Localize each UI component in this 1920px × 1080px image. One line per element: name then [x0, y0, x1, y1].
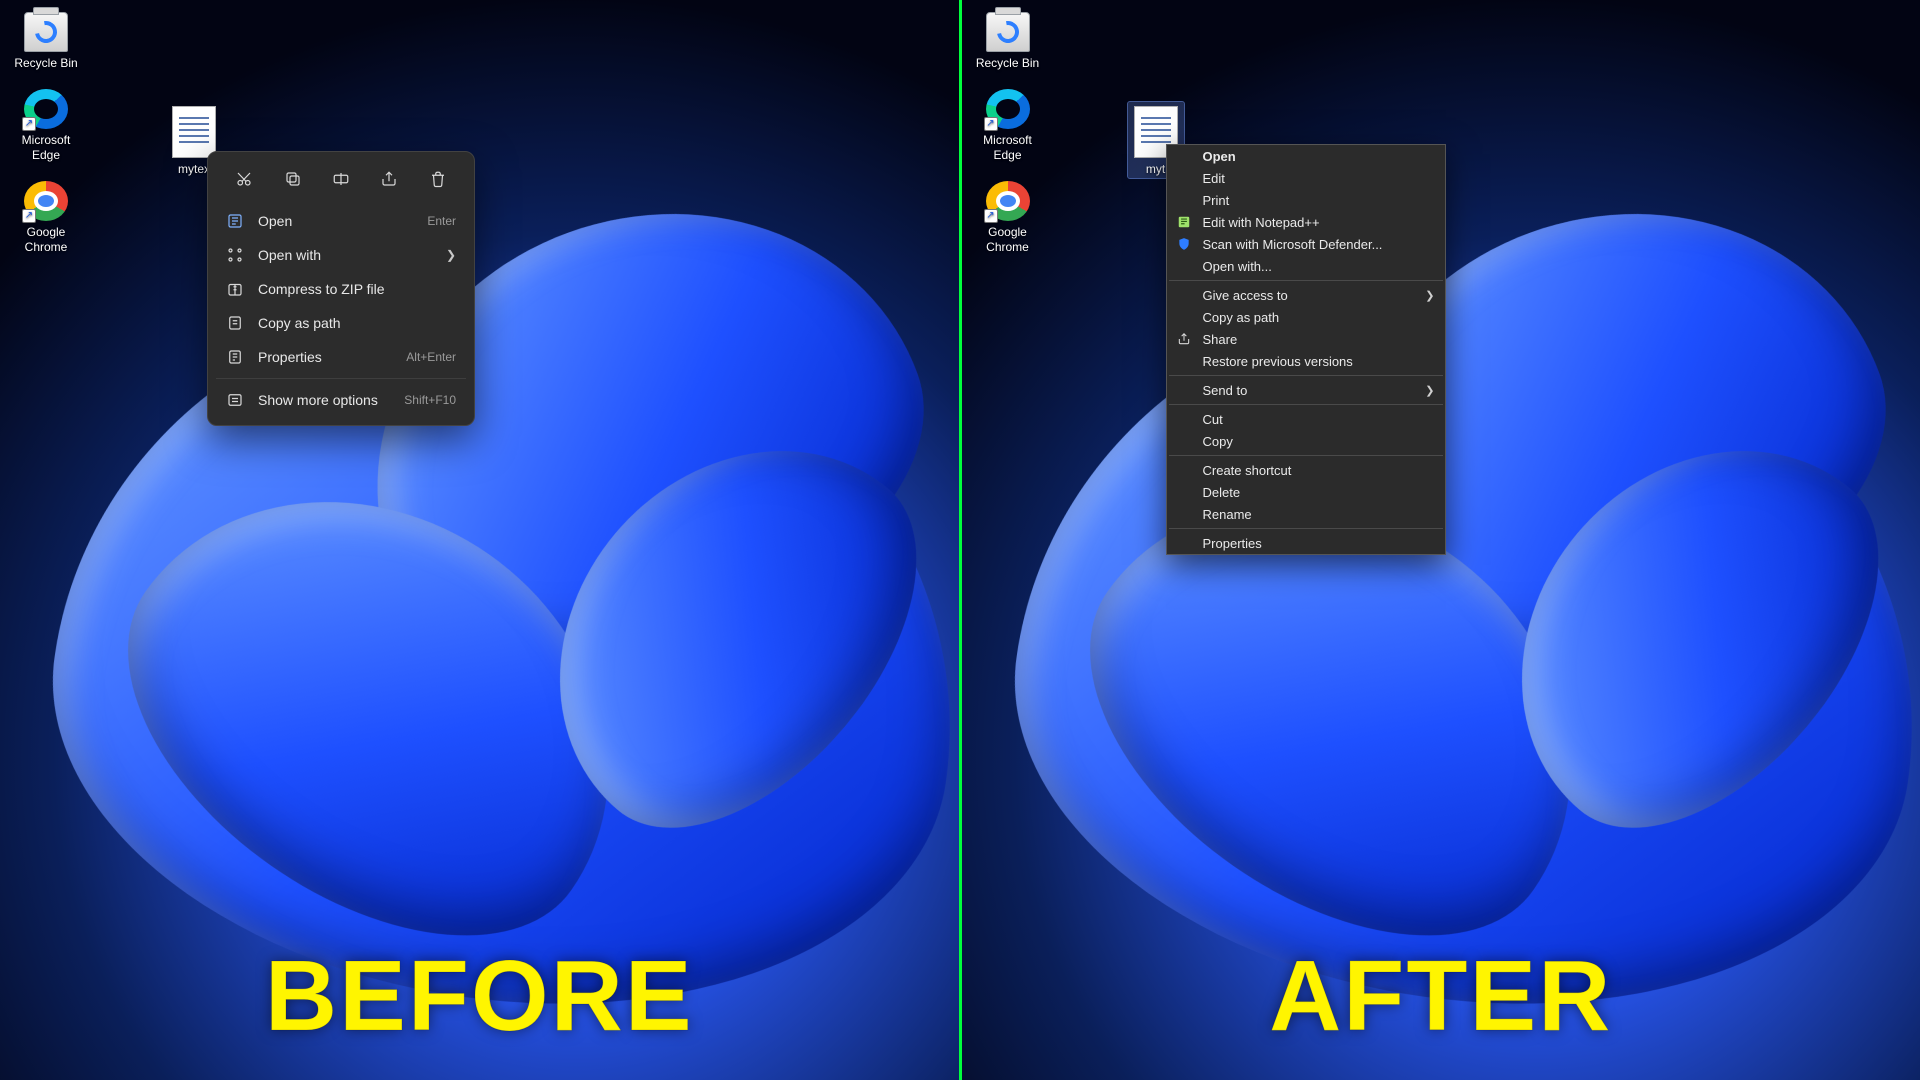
desktop-icon-label: Google Chrome — [970, 225, 1046, 255]
open-with-icon — [226, 246, 244, 264]
desktop-icon-recycle-bin[interactable]: Recycle Bin — [8, 8, 84, 73]
notepadpp-icon — [1175, 214, 1193, 230]
menu-item-delete[interactable]: Delete — [1167, 481, 1445, 503]
share-icon — [1175, 331, 1193, 347]
recycle-bin-icon — [986, 12, 1030, 52]
chevron-right-icon: ❯ — [446, 248, 456, 262]
menu-item-show-more-options[interactable]: Show more options Shift+F10 — [214, 383, 468, 417]
desktop-icon-label: Microsoft Edge — [970, 133, 1046, 163]
copy-path-icon — [226, 314, 244, 332]
zip-icon — [226, 280, 244, 298]
desktop-icon-label: Recycle Bin — [970, 56, 1046, 71]
shortcut-overlay-icon: ↗ — [22, 209, 36, 223]
recycle-bin-icon — [24, 12, 68, 52]
defender-shield-icon — [1175, 236, 1193, 252]
before-caption: BEFORE — [265, 939, 694, 1054]
desktop-icon-recycle-bin[interactable]: Recycle Bin — [970, 8, 1046, 73]
menu-item-properties[interactable]: Properties — [1167, 532, 1445, 554]
show-more-icon — [226, 391, 244, 409]
chevron-right-icon: ❯ — [1425, 384, 1434, 397]
menu-item-give-access-to[interactable]: Give access to❯ — [1167, 284, 1445, 306]
menu-item-edit-with-notepadpp[interactable]: Edit with Notepad++ — [1167, 211, 1445, 233]
desktop-icon-chrome[interactable]: ↗ Google Chrome — [8, 177, 84, 257]
chrome-icon: ↗ — [986, 181, 1030, 221]
menu-item-cut[interactable]: Cut — [1167, 408, 1445, 430]
open-icon — [226, 212, 244, 230]
after-pane: Recycle Bin ↗ Microsoft Edge ↗ Google Ch… — [962, 0, 1920, 1080]
share-icon-button[interactable] — [374, 164, 404, 194]
menu-item-copy-as-path[interactable]: Copy as path — [214, 306, 468, 340]
menu-separator — [216, 378, 466, 379]
copy-icon-button[interactable] — [278, 164, 308, 194]
menu-separator — [1169, 375, 1443, 376]
menu-item-open[interactable]: Open — [1167, 145, 1445, 167]
menu-item-open-with[interactable]: Open with... — [1167, 255, 1445, 277]
chevron-right-icon: ❯ — [1425, 289, 1434, 302]
shortcut-overlay-icon: ↗ — [984, 209, 998, 223]
desktop-icon-edge[interactable]: ↗ Microsoft Edge — [8, 85, 84, 165]
menu-item-compress-zip[interactable]: Compress to ZIP file — [214, 272, 468, 306]
menu-item-share[interactable]: Share — [1167, 328, 1445, 350]
delete-icon-button[interactable] — [423, 164, 453, 194]
desktop-icon-label: Recycle Bin — [8, 56, 84, 71]
menu-separator — [1169, 404, 1443, 405]
edge-icon: ↗ — [24, 89, 68, 129]
menu-item-rename[interactable]: Rename — [1167, 503, 1445, 525]
desktop-icon-chrome[interactable]: ↗ Google Chrome — [970, 177, 1046, 257]
shortcut-label: Enter — [427, 214, 456, 228]
desktop-icon-edge[interactable]: ↗ Microsoft Edge — [970, 85, 1046, 165]
menu-item-copy-as-path[interactable]: Copy as path — [1167, 306, 1445, 328]
context-menu-win11: Open Enter Open with ❯ Compress to ZIP f… — [207, 151, 475, 426]
desktop-icon-label: Microsoft Edge — [8, 133, 84, 163]
menu-item-open[interactable]: Open Enter — [214, 204, 468, 238]
menu-item-create-shortcut[interactable]: Create shortcut — [1167, 459, 1445, 481]
cut-icon-button[interactable] — [229, 164, 259, 194]
shortcut-overlay-icon: ↗ — [22, 117, 36, 131]
menu-item-open-with[interactable]: Open with ❯ — [214, 238, 468, 272]
properties-icon — [226, 348, 244, 366]
desktop-icon-label: Google Chrome — [8, 225, 84, 255]
menu-item-print[interactable]: Print — [1167, 189, 1445, 211]
edge-icon: ↗ — [986, 89, 1030, 129]
menu-separator — [1169, 455, 1443, 456]
menu-item-edit[interactable]: Edit — [1167, 167, 1445, 189]
after-caption: AFTER — [1269, 939, 1612, 1054]
rename-icon-button[interactable] — [326, 164, 356, 194]
menu-item-properties[interactable]: Properties Alt+Enter — [214, 340, 468, 374]
chrome-icon: ↗ — [24, 181, 68, 221]
menu-separator — [1169, 280, 1443, 281]
menu-item-copy[interactable]: Copy — [1167, 430, 1445, 452]
before-pane: Recycle Bin ↗ Microsoft Edge ↗ Google Ch… — [0, 0, 959, 1080]
shortcut-label: Alt+Enter — [406, 350, 456, 364]
shortcut-label: Shift+F10 — [404, 393, 456, 407]
text-file-icon — [172, 106, 216, 158]
menu-item-scan-defender[interactable]: Scan with Microsoft Defender... — [1167, 233, 1445, 255]
shortcut-overlay-icon: ↗ — [984, 117, 998, 131]
menu-item-send-to[interactable]: Send to❯ — [1167, 379, 1445, 401]
context-menu-classic: Open Edit Print Edit with Notepad++ Scan… — [1166, 144, 1446, 555]
menu-item-restore-previous-versions[interactable]: Restore previous versions — [1167, 350, 1445, 372]
menu-separator — [1169, 528, 1443, 529]
